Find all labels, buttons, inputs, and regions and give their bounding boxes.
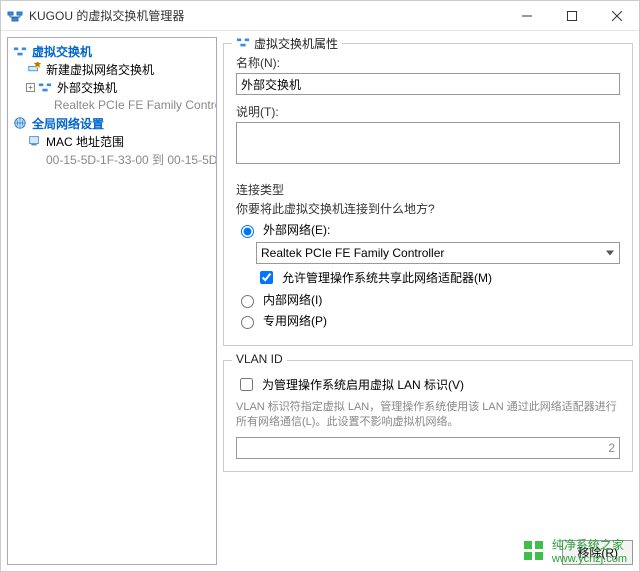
button-row: 移除(R) bbox=[223, 540, 633, 565]
vlan-enable-checkbox[interactable] bbox=[240, 378, 253, 391]
radio-external[interactable] bbox=[241, 225, 254, 238]
app-icon bbox=[7, 8, 23, 24]
remove-button[interactable]: 移除(R) bbox=[562, 540, 633, 565]
globe-icon bbox=[12, 115, 28, 131]
tree-category-label: 全局网络设置 bbox=[32, 115, 104, 132]
vlan-enable-label: 为管理操作系统启用虚拟 LAN 标识(V) bbox=[262, 376, 464, 393]
nic-icon bbox=[26, 133, 42, 149]
connection-question: 你要将此虚拟交换机连接到什么地方? bbox=[236, 200, 620, 217]
radio-private[interactable] bbox=[241, 316, 254, 329]
tree-item-external-switch-sub: Realtek PCIe FE Family Controller bbox=[8, 96, 216, 114]
main-panel: 虚拟交换机属性 名称(N): 说明(T): 连接类型 你要将此虚拟交换机连接到什… bbox=[223, 37, 633, 565]
vlan-enable-row[interactable]: 为管理操作系统启用虚拟 LAN 标识(V) bbox=[236, 375, 620, 394]
switch-icon bbox=[236, 37, 250, 52]
group-vlan-title-text: VLAN ID bbox=[236, 352, 283, 366]
close-button[interactable] bbox=[594, 1, 639, 30]
tree-item-external-switch[interactable]: + 外部交换机 bbox=[8, 78, 216, 96]
tree-item-new-switch[interactable]: ★ 新建虚拟网络交换机 bbox=[8, 60, 216, 78]
body: 虚拟交换机 ★ 新建虚拟网络交换机 + 外部交换机 Realtek PCIe F… bbox=[1, 31, 639, 571]
description-label: 说明(T): bbox=[236, 103, 620, 120]
window-title: KUGOU 的虚拟交换机管理器 bbox=[29, 7, 184, 24]
tree-item-sublabel: Realtek PCIe FE Family Controller bbox=[54, 98, 217, 112]
tree-item-label: 新建虚拟网络交换机 bbox=[46, 61, 154, 78]
sidebar-tree[interactable]: 虚拟交换机 ★ 新建虚拟网络交换机 + 外部交换机 Realtek PCIe F… bbox=[7, 37, 217, 565]
vlan-id-input bbox=[236, 437, 620, 459]
share-adapter-label: 允许管理操作系统共享此网络适配器(M) bbox=[282, 269, 492, 286]
switch-icon bbox=[37, 79, 53, 95]
radio-internal-row[interactable]: 内部网络(I) bbox=[236, 291, 620, 308]
tree-item-label: MAC 地址范围 bbox=[46, 133, 124, 150]
radio-external-row[interactable]: 外部网络(E): bbox=[236, 221, 620, 238]
radio-private-row[interactable]: 专用网络(P) bbox=[236, 312, 620, 329]
group-vlan: VLAN ID 为管理操作系统启用虚拟 LAN 标识(V) VLAN 标识符指定… bbox=[223, 360, 633, 472]
minimize-button[interactable] bbox=[504, 1, 549, 30]
window-controls bbox=[504, 1, 639, 30]
group-title: 虚拟交换机属性 bbox=[232, 37, 342, 52]
tree-category-virtual-switches[interactable]: 虚拟交换机 bbox=[8, 42, 216, 60]
vlan-hint: VLAN 标识符指定虚拟 LAN，管理操作系统使用该 LAN 通过此网络适配器进… bbox=[236, 400, 620, 431]
switch-icon bbox=[12, 43, 28, 59]
titlebar: KUGOU 的虚拟交换机管理器 bbox=[1, 1, 639, 31]
tree-item-label: 外部交换机 bbox=[57, 79, 117, 96]
tree-category-global-network[interactable]: 全局网络设置 bbox=[8, 114, 216, 132]
share-adapter-checkbox[interactable] bbox=[260, 271, 273, 284]
radio-internal[interactable] bbox=[241, 295, 254, 308]
share-adapter-row[interactable]: 允许管理操作系统共享此网络适配器(M) bbox=[256, 268, 620, 287]
adapter-select[interactable]: Realtek PCIe FE Family Controller bbox=[256, 242, 620, 264]
expand-icon[interactable]: + bbox=[26, 83, 35, 92]
radio-private-label: 专用网络(P) bbox=[263, 312, 327, 329]
radio-internal-label: 内部网络(I) bbox=[263, 291, 322, 308]
group-title-text: 虚拟交换机属性 bbox=[254, 37, 338, 52]
radio-external-label: 外部网络(E): bbox=[263, 221, 330, 238]
tree-item-sublabel: 00-15-5D-1F-33-00 到 00-15-5D-1... bbox=[46, 151, 217, 168]
name-label: 名称(N): bbox=[236, 54, 620, 71]
name-input[interactable] bbox=[236, 73, 620, 95]
connection-type-title: 连接类型 bbox=[236, 181, 620, 198]
tree-category-label: 虚拟交换机 bbox=[32, 43, 92, 60]
group-vlan-title: VLAN ID bbox=[232, 352, 287, 366]
tree-item-mac-range-sub: 00-15-5D-1F-33-00 到 00-15-5D-1... bbox=[8, 150, 216, 168]
tree-item-mac-range[interactable]: MAC 地址范围 bbox=[8, 132, 216, 150]
window: KUGOU 的虚拟交换机管理器 虚拟交换机 ★ 新建虚拟网络交换机 + 外部交换… bbox=[0, 0, 640, 572]
description-textarea[interactable] bbox=[236, 122, 620, 164]
titlebar-left: KUGOU 的虚拟交换机管理器 bbox=[1, 7, 184, 24]
new-switch-icon: ★ bbox=[26, 61, 42, 77]
group-switch-properties: 虚拟交换机属性 名称(N): 说明(T): 连接类型 你要将此虚拟交换机连接到什… bbox=[223, 43, 633, 346]
maximize-button[interactable] bbox=[549, 1, 594, 30]
svg-text:★: ★ bbox=[33, 62, 41, 70]
